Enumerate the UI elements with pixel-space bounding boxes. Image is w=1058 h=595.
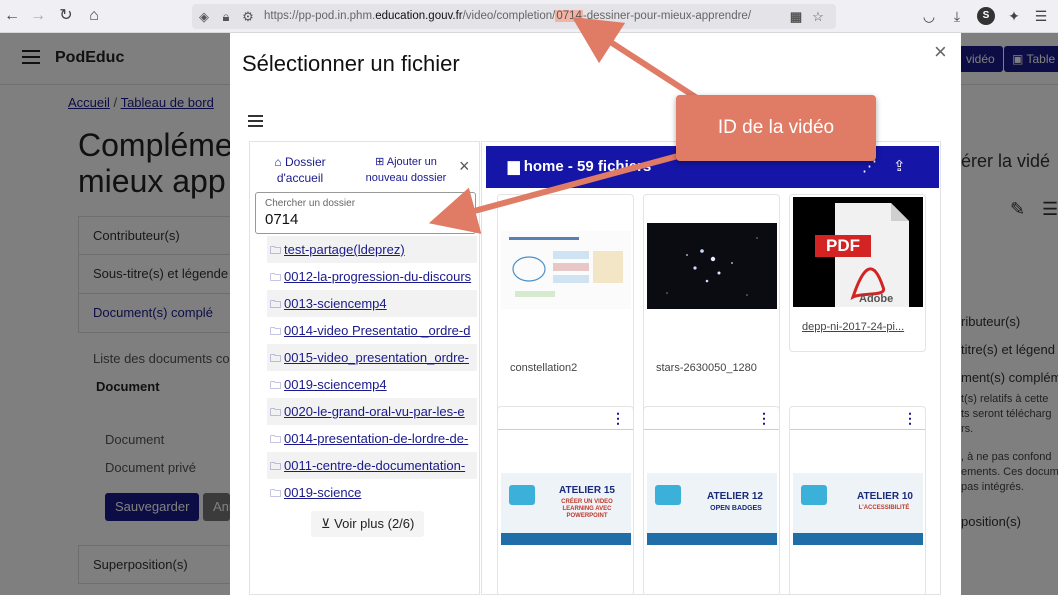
arrow-to-search	[428, 147, 701, 234]
arrow-to-url-id	[571, 16, 702, 103]
annotation-arrows	[428, 16, 702, 234]
annotation-callout: ID de la vidéo	[676, 95, 876, 161]
